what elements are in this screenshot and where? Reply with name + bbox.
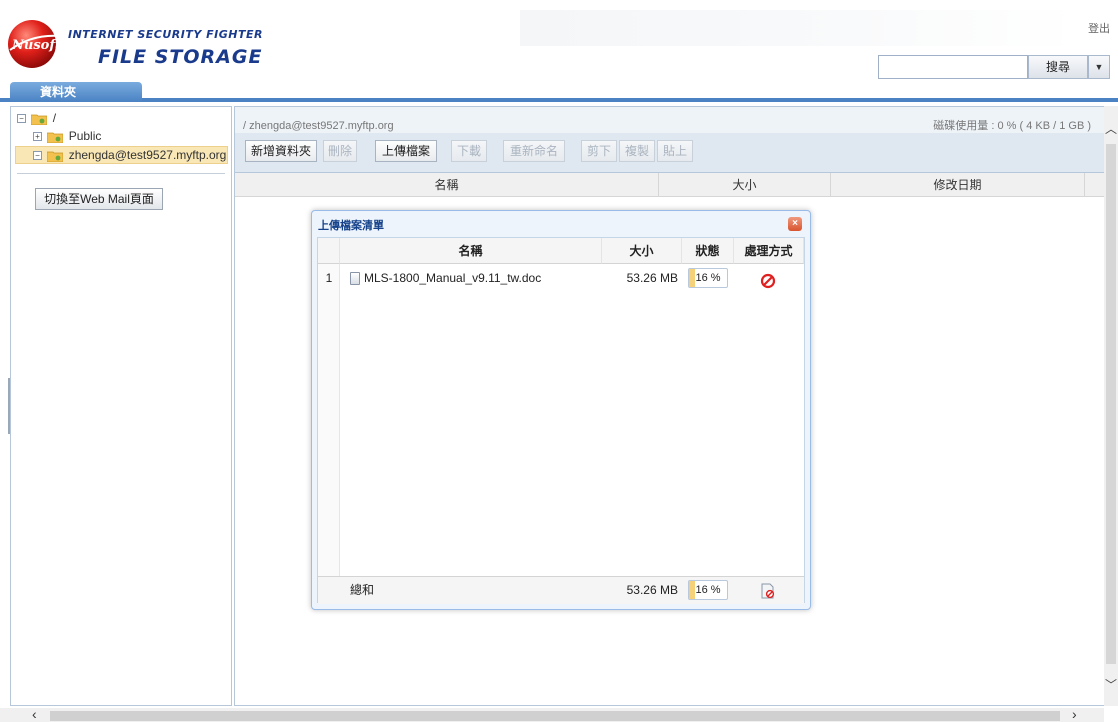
close-icon[interactable]: × (788, 217, 802, 231)
logout-link[interactable]: 登出 (1088, 20, 1110, 36)
scroll-down-icon[interactable]: ﹀ (1104, 676, 1118, 693)
table-footer (318, 576, 804, 604)
switch-to-webmail-button[interactable]: 切換至Web Mail頁面 (35, 188, 163, 210)
tree-item-user-folder[interactable]: − zhengda@test9527.myftp.org (33, 148, 226, 162)
row-number-column (318, 264, 340, 576)
folder-icon (47, 151, 64, 162)
search-button[interactable]: 搜尋 (1028, 55, 1088, 79)
tree-item-public[interactable]: + Public (33, 129, 101, 143)
download-button[interactable]: 下載 (451, 140, 487, 162)
cut-button[interactable]: 剪下 (581, 140, 617, 162)
divider (17, 173, 225, 174)
paste-button[interactable]: 貼上 (657, 140, 693, 162)
search-input[interactable] (878, 55, 1028, 79)
column-header-status: 狀態 (682, 238, 734, 264)
column-header-modified[interactable]: 修改日期 (831, 173, 1085, 197)
panel-resize-handle[interactable] (8, 378, 11, 434)
file-list-header: 名稱 大小 修改日期 (235, 173, 1105, 197)
collapse-icon[interactable]: − (17, 114, 26, 124)
column-header-index (318, 238, 340, 264)
progress-text: 16 % (695, 584, 721, 596)
upload-button[interactable]: 上傳檔案 (375, 140, 437, 162)
search-options-dropdown[interactable]: ▼ (1088, 55, 1110, 79)
scrollbar-thumb[interactable] (1106, 144, 1116, 664)
total-label: 總和 (350, 583, 375, 597)
file-name: MLS-1800_Manual_v9.11_tw.doc (364, 271, 542, 285)
tree-item-label: Public (68, 129, 102, 143)
folder-icon (47, 132, 64, 143)
tab-bar (0, 98, 1118, 102)
delete-button[interactable]: 刪除 (323, 140, 357, 162)
folder-tree-panel: − / + Public − zhengda@test9527.myftp.or… (10, 106, 232, 706)
expand-icon[interactable]: + (33, 132, 42, 142)
upload-progress: 16 % (688, 268, 728, 288)
svg-text:Nusoft: Nusoft (11, 38, 61, 53)
scroll-left-icon[interactable]: ‹ (32, 706, 37, 722)
rename-button[interactable]: 重新命名 (503, 140, 565, 162)
progress-text: 16 % (695, 272, 721, 284)
row-index: 1 (325, 271, 333, 285)
copy-button[interactable]: 複製 (619, 140, 655, 162)
column-header-name: 名稱 (340, 238, 602, 264)
collapse-icon[interactable]: − (33, 151, 42, 161)
cancel-upload-icon[interactable] (760, 273, 776, 289)
dialog-title: 上傳檔案清單 (318, 220, 384, 232)
column-header-size: 大小 (602, 238, 682, 264)
header-banner (520, 10, 1080, 46)
new-folder-button[interactable]: 新增資料夾 (245, 140, 317, 162)
column-header-size[interactable]: 大小 (659, 173, 831, 197)
scroll-up-icon[interactable]: ︿ (1104, 120, 1118, 137)
app-header: Nusoft INTERNET SECURITY FIGHTER FILE ST… (0, 0, 1118, 102)
tree-root-label: / (52, 111, 57, 125)
logo: Nusoft INTERNET SECURITY FIGHTER FILE ST… (6, 14, 276, 70)
brand-product-name: FILE STORAGE (98, 46, 263, 68)
vertical-scrollbar[interactable]: ︿ ﹀ (1104, 106, 1118, 706)
logo-ball-icon: Nusoft (8, 20, 61, 68)
tab-folders[interactable]: 資料夾 (10, 82, 142, 102)
toolbar: 新增資料夾 刪除 上傳檔案 下載 重新命名 剪下 複製 貼上 (235, 133, 1105, 173)
scrollbar-thumb[interactable] (50, 711, 1060, 721)
tree-item-label: zhengda@test9527.myftp.org (68, 148, 227, 162)
upload-list-dialog: 上傳檔案清單 × 名稱 大小 狀態 處理方式 1 MLS-1800_Manual… (311, 210, 811, 610)
clear-list-icon[interactable] (761, 583, 775, 599)
upload-table: 名稱 大小 狀態 處理方式 1 MLS-1800_Manual_v9.11_tw… (317, 237, 805, 604)
horizontal-scrollbar[interactable]: ‹ › (0, 706, 1104, 722)
scroll-right-icon[interactable]: › (1072, 706, 1077, 722)
tree-root[interactable]: − / (17, 111, 56, 125)
brand-tagline: INTERNET SECURITY FIGHTER (68, 28, 263, 41)
total-size: 53.26 MB (626, 583, 678, 597)
folder-icon (31, 114, 48, 125)
disk-usage: 磁碟使用量 : 0 % ( 4 KB / 1 GB ) (933, 120, 1091, 132)
document-icon (350, 272, 360, 286)
column-header-name[interactable]: 名稱 (235, 173, 659, 197)
column-header-action: 處理方式 (734, 238, 804, 264)
file-size: 53.26 MB (626, 271, 678, 285)
chevron-down-icon: ▼ (1094, 62, 1104, 72)
file-name-cell: MLS-1800_Manual_v9.11_tw.doc (350, 266, 600, 290)
total-progress: 16 % (688, 580, 728, 600)
current-path: / zhengda@test9527.myftp.org (243, 120, 394, 132)
